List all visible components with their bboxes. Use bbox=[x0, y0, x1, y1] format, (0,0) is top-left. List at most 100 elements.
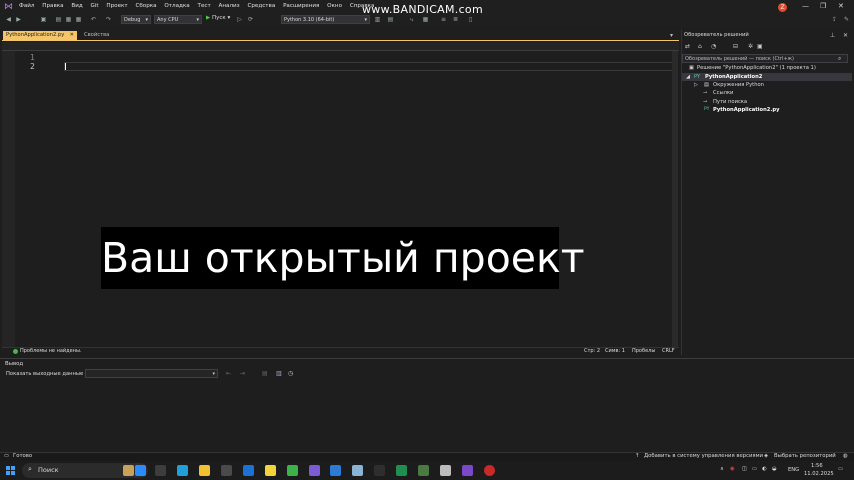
close-tab-icon[interactable]: ✕ bbox=[70, 31, 74, 40]
undo-icon[interactable]: ↶ bbox=[90, 16, 97, 23]
python-env-select[interactable]: Python 3.10 (64-bit) ▾ bbox=[281, 15, 370, 24]
step-icon[interactable]: ⤷ bbox=[408, 16, 415, 23]
visual-studio-taskbar-icon[interactable] bbox=[462, 465, 473, 476]
xbox-icon[interactable] bbox=[374, 465, 385, 476]
run-without-debug-icon[interactable]: ▷ bbox=[236, 16, 243, 23]
tree-item-search-paths[interactable]: Пути поиска bbox=[713, 99, 747, 105]
tray-sound-icon[interactable]: ◐ bbox=[762, 466, 767, 472]
clear-all-icon[interactable]: ▤ bbox=[262, 370, 268, 377]
taskbar-date[interactable]: 11.02.2025 bbox=[804, 471, 834, 477]
tray-network-icon[interactable]: ◒ bbox=[772, 466, 777, 472]
vertical-scrollbar[interactable] bbox=[672, 51, 678, 347]
tree-item-project[interactable]: PythonApplication2 bbox=[705, 74, 762, 80]
tray-record-icon[interactable]: ◉ bbox=[730, 466, 735, 472]
tree-item-references[interactable]: Ссылки bbox=[713, 90, 733, 96]
tab-list-icon[interactable]: ▾ bbox=[670, 32, 673, 39]
tree-item-python-environments[interactable]: Окружения Python bbox=[713, 82, 764, 88]
menu-debug[interactable]: Отладка bbox=[164, 3, 189, 9]
output-source-select[interactable]: ▾ bbox=[85, 369, 218, 378]
preview-icon[interactable]: ▣ bbox=[757, 43, 763, 50]
home-icon[interactable]: ⌂ bbox=[698, 43, 702, 50]
save-all-icon[interactable]: ▦ bbox=[75, 16, 82, 23]
file-explorer-icon[interactable] bbox=[199, 465, 210, 476]
menu-git[interactable]: Git bbox=[91, 3, 99, 9]
line-position[interactable]: Стр: 2 bbox=[584, 348, 600, 354]
tray-chevron-icon[interactable]: ∧ bbox=[720, 466, 724, 472]
maximize-icon[interactable]: ❐ bbox=[820, 2, 826, 10]
redo-icon[interactable]: ↷ bbox=[105, 16, 112, 23]
bookmark-icon[interactable]: ▯ bbox=[467, 16, 474, 23]
back-icon[interactable]: ◀ bbox=[5, 16, 12, 23]
keyboard-language[interactable]: ENG bbox=[788, 467, 799, 473]
bandicam-icon[interactable] bbox=[484, 465, 495, 476]
menu-tools[interactable]: Средства bbox=[247, 3, 275, 9]
minimize-icon[interactable]: — bbox=[802, 2, 809, 10]
code-editor[interactable] bbox=[2, 51, 679, 347]
tab-properties[interactable]: Свойства bbox=[84, 31, 109, 40]
line-endings[interactable]: CRLF bbox=[662, 348, 675, 354]
menu-edit[interactable]: Правка bbox=[42, 3, 63, 9]
edge-icon[interactable] bbox=[177, 465, 188, 476]
task-view-icon[interactable] bbox=[155, 465, 166, 476]
tray-app-icon[interactable]: ◫ bbox=[742, 466, 747, 472]
tab-pythonapplication2-py[interactable]: PythonApplication2.py ✕ bbox=[3, 31, 77, 40]
widgets-badge-icon[interactable] bbox=[135, 465, 146, 476]
problems-status[interactable]: Проблемы не найдены. bbox=[20, 348, 82, 354]
clock-icon[interactable]: ◷ bbox=[288, 370, 293, 377]
search-icon[interactable]: ⌕ bbox=[838, 55, 841, 63]
expand-chevron-icon[interactable]: ◢ bbox=[686, 74, 690, 80]
column-position[interactable]: Симв: 1 bbox=[605, 348, 625, 354]
whitespace-mode[interactable]: Пробелы bbox=[632, 348, 655, 354]
menu-project[interactable]: Проект bbox=[106, 3, 127, 9]
menu-window[interactable]: Окно bbox=[327, 3, 342, 9]
tree-item-solution[interactable]: Решение "PythonApplication2" (1 проекта … bbox=[697, 65, 816, 71]
menu-extensions[interactable]: Расширения bbox=[283, 3, 319, 9]
add-to-source-control[interactable]: Добавить в систему управления версиями bbox=[644, 453, 763, 459]
new-project-icon[interactable]: ▣ bbox=[40, 16, 47, 23]
editor-navigation-bar[interactable] bbox=[2, 42, 679, 51]
solution-config-select[interactable]: Debug ▾ bbox=[121, 15, 151, 24]
collapse-chevron-icon[interactable]: ▷ bbox=[694, 82, 698, 88]
prev-message-icon[interactable]: ⇥ bbox=[240, 370, 245, 377]
menu-test[interactable]: Тест bbox=[198, 3, 211, 9]
wrench-icon[interactable]: ✲ bbox=[748, 43, 753, 50]
menu-file[interactable]: Файл bbox=[19, 3, 34, 9]
forward-icon[interactable]: ▶ bbox=[15, 16, 22, 23]
collapse-all-icon[interactable]: ⊟ bbox=[733, 43, 738, 50]
close-panel-icon[interactable]: ✕ bbox=[843, 32, 848, 39]
mail-icon[interactable] bbox=[243, 465, 254, 476]
comment-icon[interactable]: ≡ bbox=[440, 16, 447, 23]
menu-analyze[interactable]: Анализ bbox=[219, 3, 240, 9]
select-repository[interactable]: Выбрать репозиторий bbox=[774, 453, 836, 459]
hot-reload-icon[interactable]: ⟳ bbox=[247, 16, 254, 23]
account-avatar[interactable]: Z bbox=[778, 3, 787, 12]
menu-view[interactable]: Вид bbox=[71, 3, 82, 9]
live-share-icon[interactable]: ⇪ bbox=[831, 16, 838, 23]
layout-icon[interactable]: ▦ bbox=[422, 16, 429, 23]
sync-icon[interactable]: ⇄ bbox=[685, 43, 690, 50]
solution-search-input[interactable]: Обозреватель решений — поиск (Ctrl+ж) bbox=[682, 54, 848, 63]
find-message-icon[interactable]: ⇤ bbox=[226, 370, 231, 377]
app-icon-blue[interactable] bbox=[352, 465, 363, 476]
qt-icon[interactable] bbox=[287, 465, 298, 476]
word-wrap-icon[interactable]: ▥ bbox=[276, 370, 282, 377]
close-window-icon[interactable]: ✕ bbox=[838, 2, 844, 10]
taskbar-time[interactable]: 1:56 bbox=[811, 463, 823, 469]
widgets-icon[interactable] bbox=[123, 465, 134, 476]
toolbox-icon[interactable]: ▥ bbox=[374, 16, 381, 23]
app-icon-purple[interactable] bbox=[309, 465, 320, 476]
pending-changes-icon[interactable]: ◔ bbox=[711, 43, 716, 50]
notification-center-icon[interactable]: ▭ bbox=[838, 466, 843, 472]
open-icon[interactable]: ▤ bbox=[55, 16, 62, 23]
run-button[interactable]: ▶ Пуск ▾ bbox=[206, 15, 230, 21]
format-icon[interactable]: ▤ bbox=[387, 16, 394, 23]
yandex-icon[interactable] bbox=[265, 465, 276, 476]
notifications-icon[interactable]: ◍ bbox=[843, 453, 848, 459]
app-icon-grey[interactable] bbox=[440, 465, 451, 476]
platform-select[interactable]: Any CPU ▾ bbox=[154, 15, 202, 24]
tray-display-icon[interactable]: ▭ bbox=[752, 466, 757, 472]
vscode-icon[interactable] bbox=[330, 465, 341, 476]
tree-item-python-file[interactable]: PythonApplication2.py bbox=[713, 107, 779, 113]
menu-build[interactable]: Сборка bbox=[135, 3, 156, 9]
minecraft-icon[interactable] bbox=[418, 465, 429, 476]
